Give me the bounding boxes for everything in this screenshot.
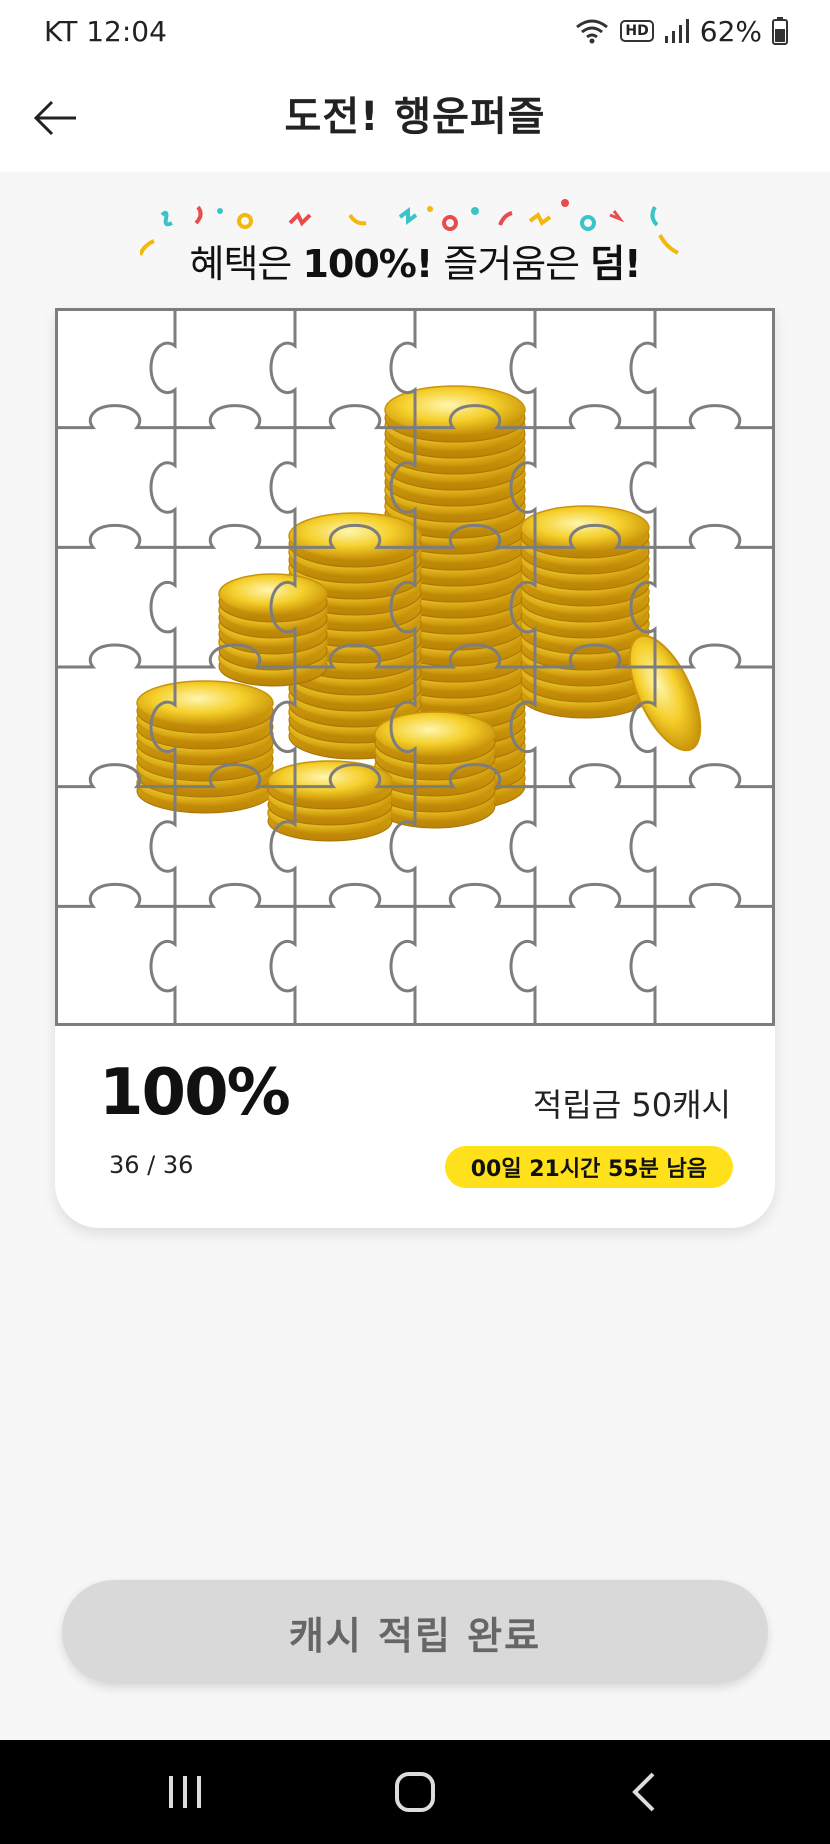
banner-text-4: 덤!	[590, 242, 641, 286]
hd-voice-icon: HD	[620, 20, 654, 42]
page-title: 도전! 행운퍼즐	[284, 94, 546, 140]
banner-slogan: 혜택은 100%! 즐거움은 덤!	[140, 233, 690, 288]
promo-banner: 혜택은 100%! 즐거움은 덤!	[140, 195, 690, 295]
puzzle-board	[55, 308, 775, 1026]
recent-apps-icon[interactable]	[155, 1762, 215, 1822]
cash-claim-complete-button[interactable]: 캐시 적립 완료	[62, 1580, 768, 1684]
status-icons: HD 62%	[574, 15, 788, 48]
signal-icon	[664, 19, 689, 43]
piece-count: 36 / 36	[109, 1151, 194, 1179]
battery-icon	[772, 17, 788, 45]
status-bar: KT 12:04 HD 62%	[0, 0, 830, 62]
banner-text-2: 100%!	[302, 242, 433, 286]
app-bar: 도전! 행운퍼즐	[0, 62, 830, 172]
reward-amount: 적립금 50캐시	[532, 1086, 731, 1124]
time-remaining-badge: 00일 21시간 55분 남음	[444, 1146, 733, 1188]
wifi-icon	[576, 19, 609, 44]
progress-percent: 100%	[99, 1056, 291, 1130]
puzzle-card: 100% 36 / 36 적립금 50캐시 00일 21시간 55분 남음	[55, 308, 775, 1228]
banner-text-1: 혜택은	[189, 242, 303, 286]
banner-text-3: 즐거움은	[432, 242, 591, 286]
system-nav-bar	[0, 1740, 830, 1844]
battery-percent: 62%	[699, 14, 762, 48]
home-icon[interactable]	[385, 1762, 445, 1822]
back-nav-icon[interactable]	[615, 1762, 675, 1822]
carrier-time: KT 12:04	[44, 14, 167, 48]
